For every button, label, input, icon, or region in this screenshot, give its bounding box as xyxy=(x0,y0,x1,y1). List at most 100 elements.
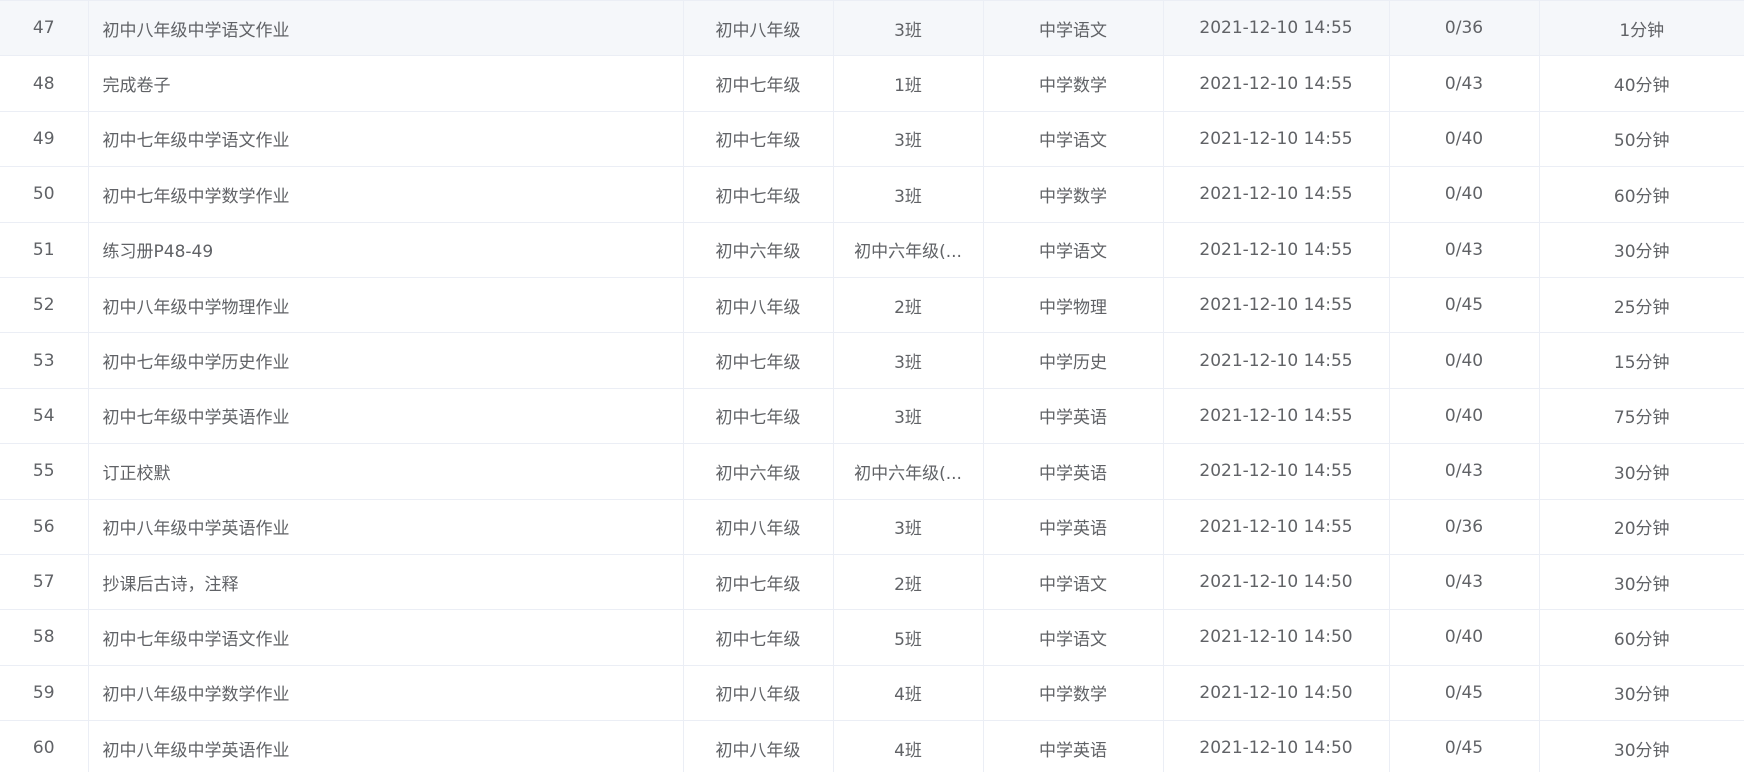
submission-count-cell: 0/43 xyxy=(1389,554,1540,611)
submission-count-cell: 0/45 xyxy=(1389,720,1540,772)
subject-cell: 中学语文 xyxy=(983,609,1164,666)
row-number: 52 xyxy=(0,277,89,334)
publish-time-cell: 2021-12-10 14:50 xyxy=(1163,720,1390,772)
table-row[interactable]: 57 抄课后古诗，注释 初中七年级 2班 中学语文 2021-12-10 14:… xyxy=(0,554,1744,611)
table-row[interactable]: 58 初中七年级中学语文作业 初中七年级 5班 中学语文 2021-12-10 … xyxy=(0,609,1744,666)
submission-count-cell: 0/36 xyxy=(1389,0,1540,57)
class-cell: 1班 xyxy=(833,55,984,112)
table-row[interactable]: 48 完成卷子 初中七年级 1班 中学数学 2021-12-10 14:55 0… xyxy=(0,55,1744,112)
publish-time-cell: 2021-12-10 14:55 xyxy=(1163,332,1390,389)
class-cell: 3班 xyxy=(833,111,984,168)
publish-time-cell: 2021-12-10 14:50 xyxy=(1163,665,1390,722)
grade-cell: 初中八年级 xyxy=(683,0,834,57)
class-cell: 3班 xyxy=(833,0,984,57)
publish-time-cell: 2021-12-10 14:55 xyxy=(1163,0,1390,57)
submission-count-cell: 0/40 xyxy=(1389,388,1540,445)
homework-title: 初中七年级中学英语作业 xyxy=(88,388,684,445)
duration-cell: 1分钟 xyxy=(1539,0,1744,57)
submission-count-cell: 0/43 xyxy=(1389,55,1540,112)
duration-cell: 30分钟 xyxy=(1539,443,1744,500)
class-cell: 初中六年级(... xyxy=(833,222,984,278)
table-row[interactable]: 52 初中八年级中学物理作业 初中八年级 2班 中学物理 2021-12-10 … xyxy=(0,277,1744,334)
row-number: 59 xyxy=(0,665,89,722)
row-number: 47 xyxy=(0,0,89,57)
duration-cell: 30分钟 xyxy=(1539,222,1744,278)
row-number: 51 xyxy=(0,222,89,278)
submission-count-cell: 0/40 xyxy=(1389,332,1540,389)
grade-cell: 初中六年级 xyxy=(683,443,834,500)
grade-cell: 初中七年级 xyxy=(683,388,834,445)
publish-time-cell: 2021-12-10 14:55 xyxy=(1163,111,1390,168)
table-row[interactable]: 60 初中八年级中学英语作业 初中八年级 4班 中学英语 2021-12-10 … xyxy=(0,720,1744,772)
subject-cell: 中学语文 xyxy=(983,111,1164,168)
publish-time-cell: 2021-12-10 14:55 xyxy=(1163,277,1390,334)
row-number: 53 xyxy=(0,332,89,389)
subject-cell: 中学英语 xyxy=(983,443,1164,500)
subject-cell: 中学物理 xyxy=(983,277,1164,334)
submission-count-cell: 0/40 xyxy=(1389,166,1540,223)
row-number: 54 xyxy=(0,388,89,445)
homework-title: 抄课后古诗，注释 xyxy=(88,554,684,611)
grade-cell: 初中七年级 xyxy=(683,332,834,389)
table-row[interactable]: 50 初中七年级中学数学作业 初中七年级 3班 中学数学 2021-12-10 … xyxy=(0,166,1744,223)
homework-title: 初中八年级中学数学作业 xyxy=(88,665,684,722)
row-number: 48 xyxy=(0,55,89,112)
table-row[interactable]: 59 初中八年级中学数学作业 初中八年级 4班 中学数学 2021-12-10 … xyxy=(0,665,1744,722)
grade-cell: 初中七年级 xyxy=(683,111,834,168)
duration-cell: 60分钟 xyxy=(1539,166,1744,223)
subject-cell: 中学数学 xyxy=(983,166,1164,223)
publish-time-cell: 2021-12-10 14:55 xyxy=(1163,388,1390,445)
homework-title: 初中八年级中学物理作业 xyxy=(88,277,684,334)
subject-cell: 中学历史 xyxy=(983,332,1164,389)
grade-cell: 初中八年级 xyxy=(683,277,834,334)
subject-cell: 中学数学 xyxy=(983,665,1164,722)
table-row[interactable]: 53 初中七年级中学历史作业 初中七年级 3班 中学历史 2021-12-10 … xyxy=(0,332,1744,389)
publish-time-cell: 2021-12-10 14:50 xyxy=(1163,609,1390,666)
homework-title: 初中八年级中学语文作业 xyxy=(88,0,684,57)
subject-cell: 中学语文 xyxy=(983,0,1164,57)
row-number: 50 xyxy=(0,166,89,223)
grade-cell: 初中七年级 xyxy=(683,55,834,112)
table-row[interactable]: 49 初中七年级中学语文作业 初中七年级 3班 中学语文 2021-12-10 … xyxy=(0,111,1744,168)
duration-cell: 25分钟 xyxy=(1539,277,1744,334)
row-number: 56 xyxy=(0,499,89,555)
homework-title: 订正校默 xyxy=(88,443,684,500)
table-row[interactable]: 54 初中七年级中学英语作业 初中七年级 3班 中学英语 2021-12-10 … xyxy=(0,388,1744,445)
grade-cell: 初中七年级 xyxy=(683,609,834,666)
homework-title: 初中七年级中学语文作业 xyxy=(88,609,684,666)
submission-count-cell: 0/43 xyxy=(1389,443,1540,500)
grade-cell: 初中七年级 xyxy=(683,166,834,223)
homework-title: 完成卷子 xyxy=(88,55,684,112)
subject-cell: 中学语文 xyxy=(983,222,1164,278)
duration-cell: 40分钟 xyxy=(1539,55,1744,112)
subject-cell: 中学语文 xyxy=(983,554,1164,611)
duration-cell: 50分钟 xyxy=(1539,111,1744,168)
subject-cell: 中学数学 xyxy=(983,55,1164,112)
homework-table-body: 47 初中八年级中学语文作业 初中八年级 3班 中学语文 2021-12-10 … xyxy=(0,0,1744,772)
subject-cell: 中学英语 xyxy=(983,499,1164,555)
publish-time-cell: 2021-12-10 14:55 xyxy=(1163,55,1390,112)
row-number: 58 xyxy=(0,609,89,666)
table-row[interactable]: 55 订正校默 初中六年级 初中六年级(... 中学英语 2021-12-10 … xyxy=(0,443,1744,500)
submission-count-cell: 0/45 xyxy=(1389,277,1540,334)
class-cell: 2班 xyxy=(833,554,984,611)
homework-table: 47 初中八年级中学语文作业 初中八年级 3班 中学语文 2021-12-10 … xyxy=(0,0,1744,772)
class-cell: 3班 xyxy=(833,388,984,445)
duration-cell: 30分钟 xyxy=(1539,665,1744,722)
publish-time-cell: 2021-12-10 14:55 xyxy=(1163,443,1390,500)
homework-title: 初中八年级中学英语作业 xyxy=(88,720,684,772)
duration-cell: 20分钟 xyxy=(1539,499,1744,555)
table-row[interactable]: 47 初中八年级中学语文作业 初中八年级 3班 中学语文 2021-12-10 … xyxy=(0,0,1744,57)
homework-title: 初中七年级中学数学作业 xyxy=(88,166,684,223)
submission-count-cell: 0/45 xyxy=(1389,665,1540,722)
duration-cell: 30分钟 xyxy=(1539,554,1744,611)
homework-title: 初中七年级中学历史作业 xyxy=(88,332,684,389)
publish-time-cell: 2021-12-10 14:50 xyxy=(1163,554,1390,611)
homework-title: 初中八年级中学英语作业 xyxy=(88,499,684,555)
table-row[interactable]: 56 初中八年级中学英语作业 初中八年级 3班 中学英语 2021-12-10 … xyxy=(0,499,1744,555)
submission-count-cell: 0/40 xyxy=(1389,609,1540,666)
class-cell: 3班 xyxy=(833,332,984,389)
class-cell: 初中六年级(... xyxy=(833,443,984,500)
row-number: 57 xyxy=(0,554,89,611)
table-row[interactable]: 51 练习册P48-49 初中六年级 初中六年级(... 中学语文 2021-1… xyxy=(0,222,1744,278)
